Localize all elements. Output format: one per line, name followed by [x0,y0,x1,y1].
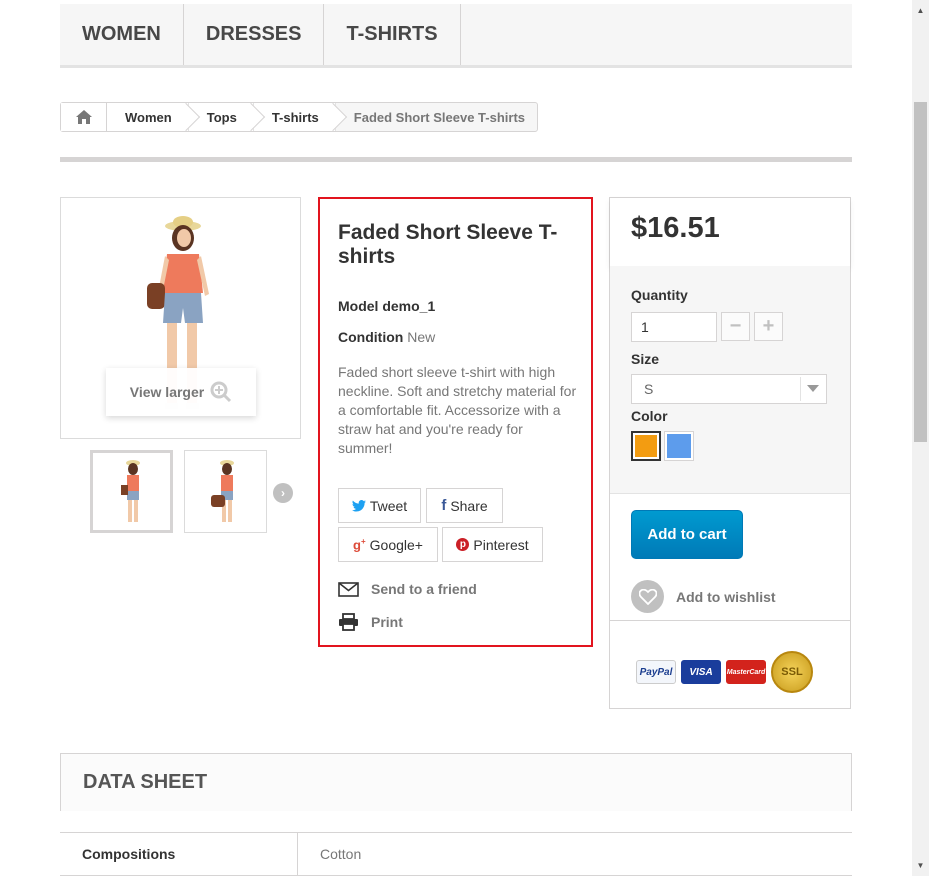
add-to-wishlist-link[interactable]: Add to wishlist [631,580,776,613]
quantity-decrease-button[interactable]: − [721,312,750,341]
breadcrumb-current: Faded Short Sleeve T-shirts [353,109,525,125]
breadcrumb-label: T-shirts [271,109,319,125]
breadcrumb-separator [318,102,347,132]
size-select[interactable]: S [631,374,827,404]
attributes-box: Quantity − + Size S Color [610,266,850,494]
thumbnail-1[interactable] [90,450,173,533]
tweet-label: Tweet [369,497,408,514]
product-info-panel: Faded Short Sleeve T-shirts Model demo_1… [318,197,593,647]
twitter-icon [351,499,366,511]
color-label: Color [631,408,668,424]
home-icon [75,110,92,124]
scroll-down-arrow-icon[interactable]: ▼ [912,857,929,874]
color-swatch-orange[interactable] [631,431,661,461]
envelope-icon [338,581,359,597]
menu-item-dresses[interactable]: DRESSES [184,4,325,65]
thumbnail-image [121,460,140,522]
chevron-right-icon[interactable]: › [273,483,293,503]
print-label: Print [371,614,403,630]
pinterest-icon: p [456,538,470,551]
visa-logo: VISA [681,660,721,684]
send-to-friend-label: Send to a friend [371,581,477,597]
size-value: S [644,381,654,397]
share-label: Share [450,497,488,514]
add-to-wishlist-label: Add to wishlist [676,588,776,605]
view-larger-label: View larger [129,384,205,400]
menu-item-tshirts[interactable]: T-SHIRTS [324,4,461,65]
condition-value: New [407,329,436,345]
breadcrumb-label: Women [125,109,172,125]
quantity-label: Quantity [631,287,688,303]
google-plus-icon: g+ [353,536,366,553]
ssl-label: SSL [781,666,803,678]
payment-logos-box: PayPal VISA MasterCard SSL [610,620,850,708]
product-title: Faded Short Sleeve T-shirts [338,221,558,268]
product-page: WOMEN DRESSES T-SHIRTS Women Tops T-shir… [0,0,929,876]
facebook-share-button[interactable]: f Share [426,488,503,523]
color-swatch-blue[interactable] [664,431,694,461]
print-link[interactable]: Print [338,613,403,631]
breadcrumb-label: Tops [206,109,237,125]
quantity-input[interactable] [631,312,717,342]
product-description: Faded short sleeve t-shirt with high nec… [338,364,577,456]
buy-box: $16.51 Quantity − + Size S Color Add to … [609,197,851,709]
pinterest-button[interactable]: p Pinterest [442,527,543,562]
data-sheet-table: Compositions Cotton [60,832,852,876]
send-to-friend-link[interactable]: Send to a friend [338,581,477,597]
size-label: Size [631,351,660,367]
menu-item-women[interactable]: WOMEN [60,4,184,65]
ssl-badge: SSL [771,651,813,693]
printer-icon [339,613,358,631]
data-sheet-header: DATA SHEET [60,753,852,811]
model-value: demo_1 [382,298,436,314]
google-plus-button[interactable]: g+ Google+ [338,527,438,562]
price-box: $16.51 [610,198,850,266]
top-menu: WOMEN DRESSES T-SHIRTS [60,4,852,68]
facebook-icon: f [441,497,447,514]
product-price: $16.51 [631,212,720,244]
breadcrumb: Women Tops T-shirts Faded Short Sleeve T… [60,102,538,132]
condition-label: Condition [338,329,404,345]
section-divider [60,157,852,162]
data-sheet-title: DATA SHEET [83,771,208,793]
breadcrumb-women[interactable]: Women [107,102,200,132]
thumbnail-image [211,460,234,522]
breadcrumb-tshirts[interactable]: T-shirts [253,102,347,132]
scroll-up-arrow-icon[interactable]: ▲ [912,2,929,19]
pinterest-label: Pinterest [473,536,529,553]
breadcrumb-home[interactable] [61,103,107,131]
google-plus-label: Google+ [369,536,423,553]
vertical-scrollbar[interactable]: ▲ ▼ [912,0,929,876]
scrollbar-thumb[interactable] [914,102,927,442]
paypal-logo: PayPal [636,660,676,684]
tweet-button[interactable]: Tweet [338,488,421,523]
product-condition: Condition New [338,329,435,345]
view-larger-button[interactable]: View larger [106,368,256,416]
mastercard-logo: MasterCard [726,660,766,684]
zoom-in-icon [210,381,232,403]
quantity-increase-button[interactable]: + [754,312,783,341]
add-to-cart-button[interactable]: Add to cart [631,510,743,559]
payment-logos: PayPal VISA MasterCard SSL [636,651,813,693]
chevron-down-icon [800,377,824,401]
data-sheet-value: Cotton [320,846,362,862]
product-reference: Model demo_1 [338,298,435,314]
model-label: Model [338,298,379,314]
product-main-image[interactable]: View larger [60,197,301,439]
heart-icon [631,580,664,613]
data-sheet-key: Compositions [60,833,298,875]
thumbnail-2[interactable] [184,450,267,533]
